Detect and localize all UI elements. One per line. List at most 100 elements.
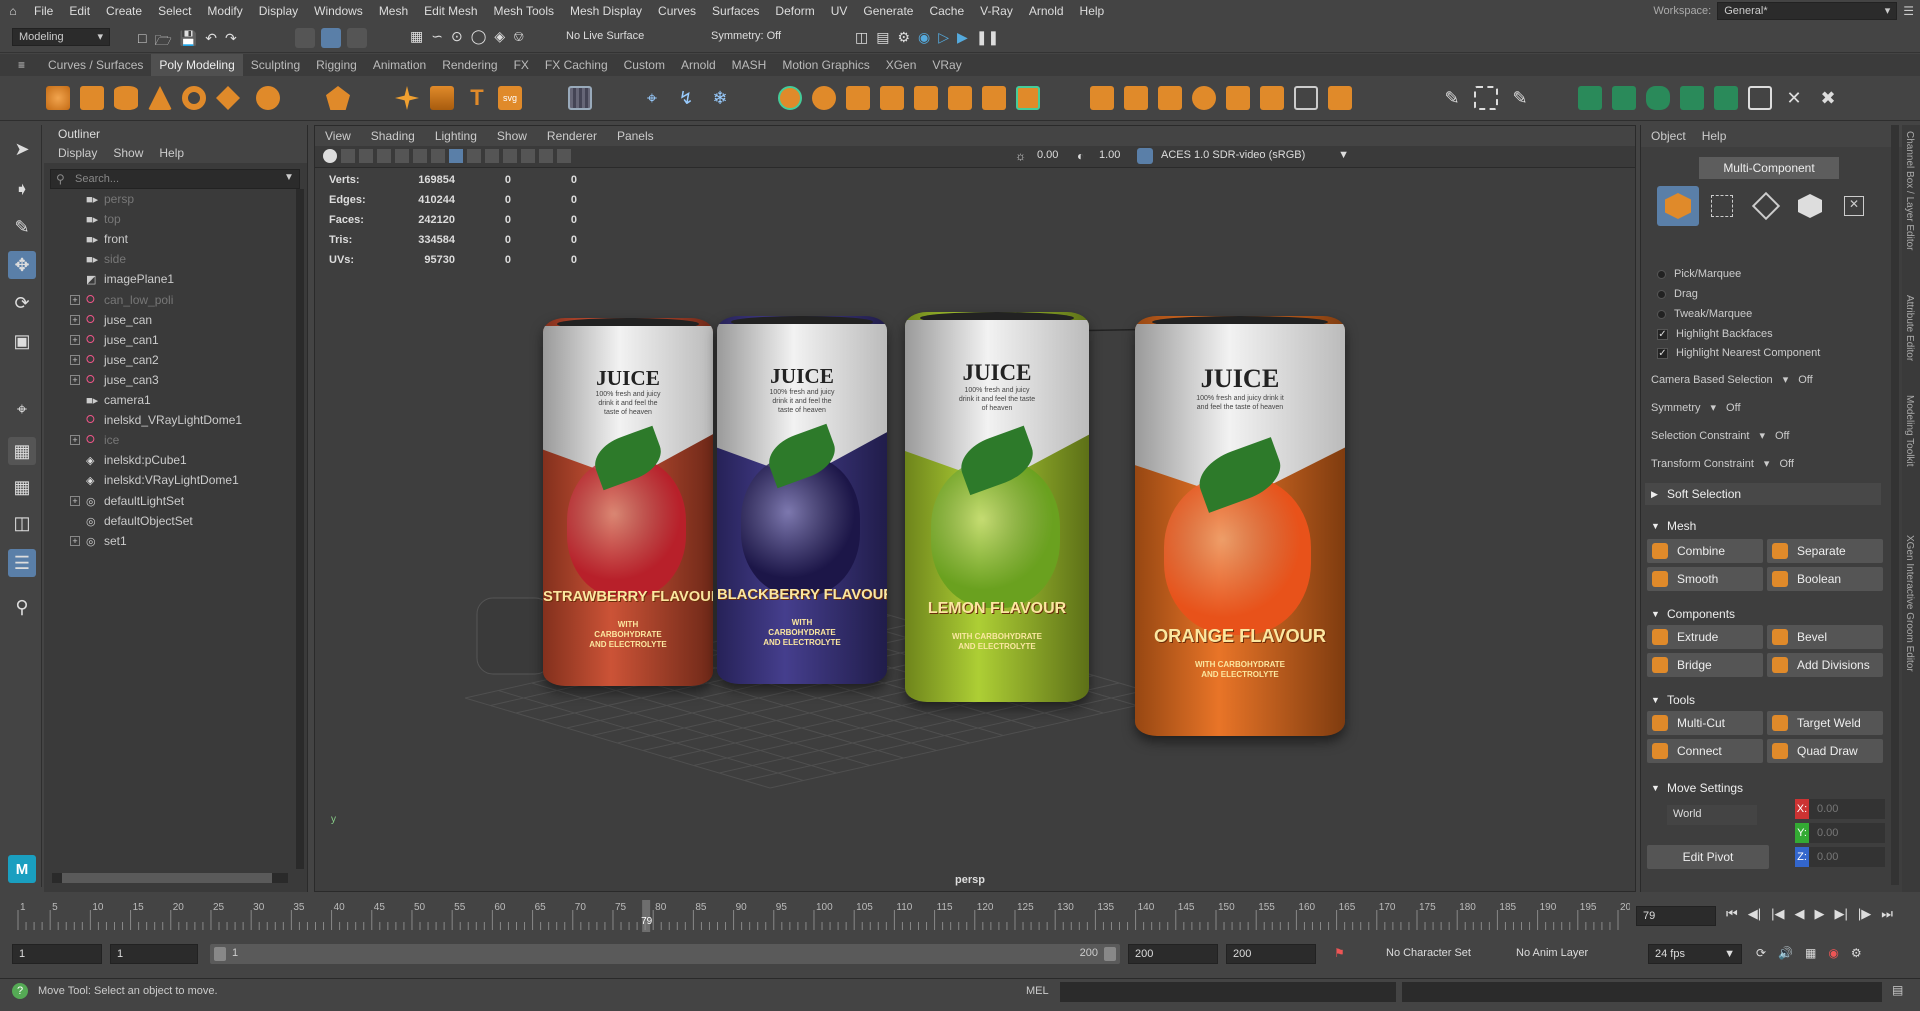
side-tab-attribute-editor[interactable]: Attribute Editor [1904, 295, 1915, 361]
juice-can-3[interactable]: JUICE 100% fresh and juicy drink it and f… [905, 312, 1089, 702]
expand-icon[interactable]: + [70, 334, 80, 345]
checkbox-highlight-nearest-component[interactable]: ✓ Highlight Nearest Component [1657, 347, 1820, 359]
outliner-item-persp[interactable]: ■▸ persp [44, 189, 294, 209]
wedge-icon[interactable] [1294, 86, 1318, 110]
poke-icon[interactable] [1260, 86, 1284, 110]
bridge-button[interactable]: Bridge [1647, 653, 1763, 677]
new-scene-icon[interactable]: □ [138, 30, 146, 54]
option-symmetry[interactable]: Symmetry ▾ Off [1651, 401, 1741, 415]
snap-grid-icon[interactable]: ▦ [410, 28, 423, 45]
exposure-icon[interactable]: ☼ [1015, 149, 1026, 163]
poly-cube-icon[interactable] [80, 86, 104, 110]
outliner-hscrollbar[interactable] [52, 873, 288, 883]
menu-modify[interactable]: Modify [199, 0, 250, 22]
time-slider[interactable]: 1 5 10 15 20 25 30 35 40 45 50 55 60 65 70 75 80 85 90 95 10… [0, 896, 1920, 936]
snap-live-icon[interactable]: ⎊ [513, 28, 524, 45]
uv-cut-icon[interactable]: ✕ [1782, 86, 1806, 110]
outliner-menu-show[interactable]: Show [113, 146, 143, 160]
reduce-icon[interactable] [914, 86, 938, 110]
outliner-item-top[interactable]: ■▸ top [44, 209, 294, 229]
side-tab-modeling-toolkit[interactable]: Modeling Toolkit [1904, 395, 1915, 467]
textured-icon[interactable] [467, 149, 481, 163]
poly-plane-icon[interactable] [216, 86, 240, 110]
expand-icon[interactable]: + [70, 435, 80, 446]
option-selection-constraint[interactable]: Selection Constraint ▾ Off [1651, 429, 1789, 443]
range-end-handle[interactable] [1104, 947, 1116, 961]
select-hierarchy-icon[interactable] [295, 28, 315, 48]
side-tab-xgen-interactive-groom-editor[interactable]: XGen Interactive Groom Editor [1904, 535, 1915, 672]
face-mode-icon[interactable] [1789, 186, 1831, 226]
select-component-icon[interactable] [347, 28, 367, 48]
shelf-tab-poly-modeling[interactable]: Poly Modeling [151, 54, 243, 76]
loop-icon[interactable]: ⟳ [1756, 946, 1766, 960]
toolkit-menu-help[interactable]: Help [1702, 129, 1727, 143]
menu-mesh-tools[interactable]: Mesh Tools [486, 0, 562, 22]
step-back-key-icon[interactable]: ◀| [1748, 906, 1761, 922]
menu-surfaces[interactable]: Surfaces [704, 0, 767, 22]
viewport-menu-shading[interactable]: Shading [371, 129, 415, 143]
expand-icon[interactable]: + [70, 374, 80, 385]
shelf-menu-icon[interactable]: ≡ [18, 58, 25, 72]
outliner-item-juse-can2[interactable]: + ⭘ juse_can2 [44, 350, 294, 370]
go-to-start-icon[interactable]: ⏮ [1726, 906, 1738, 922]
poly-torus-icon[interactable] [182, 86, 206, 110]
select-object-icon[interactable] [321, 28, 341, 48]
outliner-menu-display[interactable]: Display [58, 146, 97, 160]
edit-pivot-button[interactable]: Edit Pivot [1647, 845, 1769, 869]
bridge-shelf-icon[interactable] [1090, 86, 1114, 110]
radio-pick-marquee[interactable]: Pick/Marquee [1657, 268, 1741, 280]
workspace-options-icon[interactable]: ☰ [1903, 4, 1914, 18]
colorspace-icon[interactable] [1137, 148, 1153, 164]
uv-automatic-icon[interactable] [1680, 86, 1704, 110]
super-shape-icon[interactable] [395, 86, 419, 110]
key-prefs-icon[interactable]: ⚙ [1851, 946, 1862, 960]
ao-icon[interactable] [521, 149, 535, 163]
menu-curves[interactable]: Curves [650, 0, 704, 22]
menu-mesh[interactable]: Mesh [371, 0, 416, 22]
workspace-dropdown[interactable]: General* ▾ [1717, 2, 1898, 20]
shadows-icon[interactable] [503, 149, 517, 163]
undo-icon[interactable]: ↶ [205, 30, 217, 54]
range-bar[interactable]: 1 200 [210, 944, 1120, 964]
soft-selection-section[interactable]: Soft Selection [1645, 483, 1881, 505]
outliner-item-front[interactable]: ■▸ front [44, 229, 294, 249]
shelf-tab-rigging[interactable]: Rigging [308, 54, 365, 76]
move-y-field[interactable]: Y: 0.00 [1795, 823, 1885, 843]
camera-select-icon[interactable] [323, 149, 337, 163]
anim-layer-dropdown[interactable]: No Anim Layer [1510, 944, 1630, 964]
select-tool-icon[interactable]: ➤ [8, 135, 36, 163]
transfer-attr-icon[interactable] [1578, 86, 1602, 110]
snap-view-icon[interactable]: ◈ [494, 28, 505, 45]
shelf-tab-custom[interactable]: Custom [616, 54, 673, 76]
live-surface-field[interactable]: No Live Surface [560, 28, 670, 46]
viewport-menu-show[interactable]: Show [497, 129, 527, 143]
pause-icon[interactable]: ❚❚ [976, 29, 999, 46]
menu-cache[interactable]: Cache [921, 0, 972, 22]
two-view-icon[interactable]: ◫ [8, 509, 36, 537]
boolean-button[interactable]: Boolean [1767, 567, 1883, 591]
search-icon[interactable]: ⚲ [8, 593, 36, 621]
smooth-shelf-icon[interactable] [880, 86, 904, 110]
retopologize-icon[interactable] [982, 86, 1006, 110]
viewport-menu-renderer[interactable]: Renderer [547, 129, 597, 143]
checkbox-highlight-backfaces[interactable]: ✓ Highlight Backfaces [1657, 328, 1773, 340]
show-manipulator-icon[interactable]: ⌖ [8, 395, 36, 423]
toolkit-menu-object[interactable]: Object [1651, 129, 1686, 143]
poly-platonic-icon[interactable] [326, 86, 350, 110]
smooth-button[interactable]: Smooth [1647, 567, 1763, 591]
side-tab-channel-box-layer-editor[interactable]: Channel Box / Layer Editor [1904, 131, 1915, 251]
vray-render-icon[interactable]: ▷ [938, 29, 949, 46]
outliner-item-can-low-poli[interactable]: + ⭘ can_low_poli [44, 290, 294, 310]
shelf-tab-mash[interactable]: MASH [724, 54, 775, 76]
outliner-item-defaultlightset[interactable]: + ◎ defaultLightSet [44, 491, 294, 511]
extrude-button[interactable]: Extrude [1647, 625, 1763, 649]
edge-mode-icon[interactable] [1745, 186, 1787, 226]
menuset-dropdown[interactable]: Modeling ▾ [12, 28, 110, 46]
start-time-field[interactable]: 1 [12, 944, 102, 964]
outliner-item-juse-can1[interactable]: + ⭘ juse_can1 [44, 330, 294, 350]
smooth-shade-icon[interactable] [449, 149, 463, 163]
poly-sphere-icon[interactable] [46, 86, 70, 110]
command-input[interactable] [1060, 982, 1396, 1002]
rotate-tool-icon[interactable]: ⟳ [8, 289, 36, 317]
snap-point-icon[interactable]: ⊙ [451, 28, 463, 45]
